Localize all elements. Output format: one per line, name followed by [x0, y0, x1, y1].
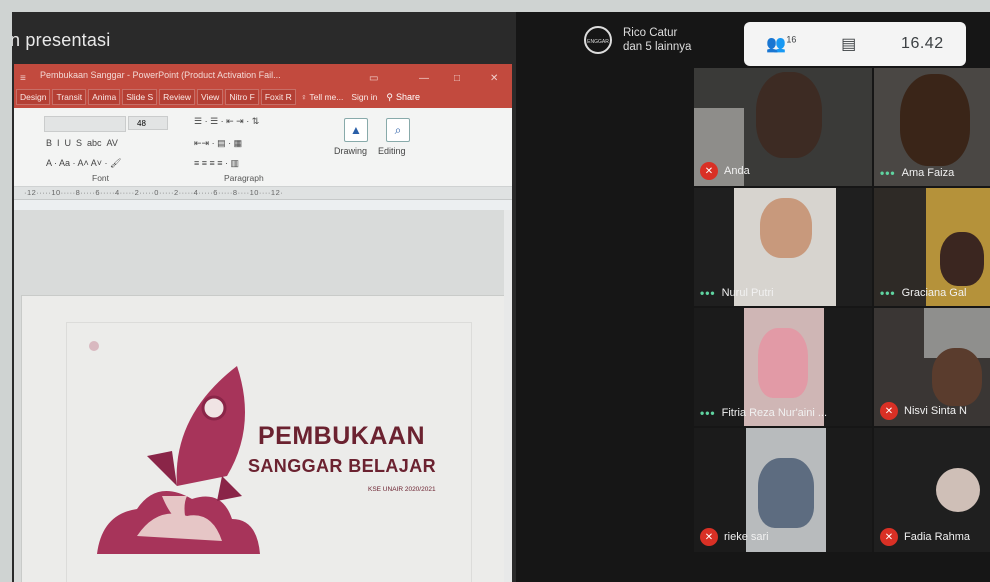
tab-slideshow[interactable]: Slide S [122, 89, 158, 105]
meet-top-bar: 👥16 ▤ 16.42 [744, 22, 966, 66]
mic-off-icon: ✕ [880, 528, 898, 546]
horizontal-ruler: ·12·····10·····8·····6·····4·····2·····0… [14, 187, 512, 200]
participant-tile[interactable]: ••• Ama Faiza [874, 68, 990, 186]
chat-icon: ▤ [841, 36, 857, 53]
people-count: 16 [786, 34, 797, 45]
indent-buttons[interactable]: ⇤⇥ · ▤ · ▦ [194, 138, 242, 149]
people-icon: 👥 [766, 36, 787, 53]
host-avatar: ENGGAR [584, 26, 612, 54]
host-name: Rico Catur [623, 27, 678, 39]
share-label: Share [395, 92, 420, 102]
participant-tile[interactable]: ••• Fitria Reza Nur'aini ... [694, 308, 872, 426]
hijab-shape [758, 458, 814, 528]
participant-name: ••• Graciana Gal [880, 286, 967, 300]
ppt-window-title: Pembukaan Sanggar - PowerPoint (Product … [40, 70, 281, 80]
participant-name: ••• Ama Faiza [880, 166, 955, 180]
participant-face [756, 72, 822, 158]
participant-face [900, 74, 970, 166]
clock-time: 16.42 [901, 35, 944, 52]
minimize-icon[interactable]: — [419, 68, 429, 90]
tab-nitro[interactable]: Nitro F [225, 89, 259, 105]
participant-tile[interactable]: ✕ Anda [694, 68, 872, 186]
tell-me-box[interactable]: ♀ Tell me... [298, 90, 347, 104]
mic-off-icon: ✕ [700, 528, 718, 546]
editing-button[interactable]: Editing [378, 146, 406, 156]
tab-animations[interactable]: Anima [88, 89, 121, 105]
vertical-scrollbar[interactable] [504, 210, 512, 582]
paragraph-group-label: Paragraph [224, 173, 264, 183]
format-buttons[interactable]: B I U S abc AV [46, 138, 118, 148]
speaking-dots-icon: ••• [700, 286, 716, 300]
drawing-button[interactable]: Drawing [334, 146, 367, 156]
close-icon[interactable]: ✕ [490, 68, 498, 90]
slide-subtitle: SANGGAR BELAJAR [248, 456, 437, 476]
participant-tile[interactable]: ••• Graciana Gal [874, 188, 990, 306]
slide-footer-text: KSE UNAIR 2020/2021 [368, 486, 436, 493]
chat-button[interactable]: ▤ [841, 34, 856, 54]
host-more: dan 5 lainnya [623, 41, 692, 53]
participant-face [940, 232, 984, 286]
tab-view[interactable]: View [197, 89, 224, 105]
participant-name: ✕ Nisvi Sinta N [880, 402, 967, 420]
slide-title: PEMBUKAAN [258, 422, 425, 450]
person-icon: ⚲ [386, 91, 393, 102]
tab-design[interactable]: Design [16, 89, 51, 105]
presentation-header: n presentasi [12, 30, 111, 50]
speaking-dots-icon: ••• [700, 406, 716, 420]
font-size-box[interactable]: 48 [128, 116, 168, 130]
ribbon-display-icon[interactable]: ▭ [369, 68, 378, 90]
list-buttons[interactable]: ☰ · ☰ · ⇤ ⇥ · ⇅ [194, 116, 259, 127]
participant-face [760, 198, 812, 258]
editing-icon[interactable]: ⌕ [386, 118, 410, 142]
presenter-info: Rico Catur dan 5 lainnya [623, 26, 691, 54]
ribbon-home: 48 B I U S abc AV A · Aa · A˄ A˅ · 🖌 ☰ ·… [14, 108, 512, 187]
font-group-label: Font [92, 173, 110, 183]
participant-name: ••• Nurul Putri [700, 286, 774, 300]
speaking-dots-icon: ••• [880, 286, 896, 300]
participant-face [936, 468, 980, 512]
slide-canvas: PEMBUKAAN SANGGAR BELAJAR KSE UNAIR 2020… [22, 296, 506, 582]
participant-tile[interactable]: ✕ Nisvi Sinta N [874, 308, 990, 426]
tell-me-label: Tell me... [309, 92, 344, 102]
align-buttons[interactable]: ≡ ≡ ≡ ≡ · ▥ [194, 158, 239, 169]
hijab-shape [758, 328, 808, 398]
participant-name: ✕ Anda [700, 162, 750, 180]
drawing-icon[interactable]: ▲ [344, 118, 368, 142]
slide-workspace: PEMBUKAAN SANGGAR BELAJAR KSE UNAIR 2020… [14, 210, 512, 582]
sign-in-link[interactable]: Sign in [348, 90, 380, 104]
powerpoint-window: ≡ Pembukaan Sanggar - PowerPoint (Produc… [14, 64, 512, 582]
ribbon-tabs: Design Transit Anima Slide S Review View… [14, 86, 512, 108]
participant-tile[interactable]: ••• Nurul Putri [694, 188, 872, 306]
people-button[interactable]: 👥16 [766, 34, 796, 54]
participant-name: ••• Fitria Reza Nur'aini ... [700, 406, 828, 420]
participant-name: ✕ rieke sari [700, 528, 769, 546]
rocket-illustration [89, 341, 260, 554]
font-color-buttons[interactable]: A · Aa · A˄ A˅ · 🖌 [46, 158, 121, 169]
mic-off-icon: ✕ [700, 162, 718, 180]
ppt-title-bar: ≡ Pembukaan Sanggar - PowerPoint (Produc… [14, 64, 512, 86]
lightbulb-icon: ♀ [300, 92, 308, 102]
tab-review[interactable]: Review [159, 89, 196, 105]
participant-tile[interactable]: ✕ Fadia Rahma [874, 428, 990, 552]
font-name-box[interactable] [44, 116, 126, 132]
mic-off-icon: ✕ [880, 402, 898, 420]
participant-name: ✕ Fadia Rahma [880, 528, 970, 546]
speaking-dots-icon: ••• [880, 166, 896, 180]
qat-icon[interactable]: ≡ [20, 68, 26, 90]
screen: n presentasi ≡ Pembukaan Sanggar - Power… [12, 12, 990, 582]
participant-tile[interactable]: ✕ rieke sari [694, 428, 872, 552]
maximize-icon[interactable]: □ [454, 68, 460, 90]
participant-face [932, 348, 982, 406]
presentation-area: n presentasi ≡ Pembukaan Sanggar - Power… [12, 12, 516, 582]
tab-transitions[interactable]: Transit [52, 89, 87, 105]
share-button[interactable]: ⚲ Share [386, 92, 420, 103]
tab-foxit[interactable]: Foxit R [260, 89, 296, 105]
